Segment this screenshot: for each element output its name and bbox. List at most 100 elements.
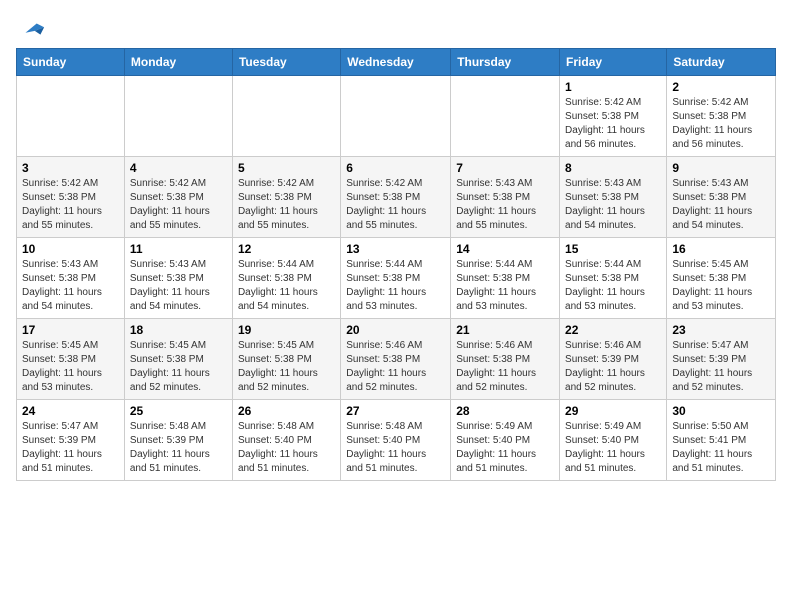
day-number: 9 <box>672 161 770 175</box>
day-info: Sunrise: 5:44 AMSunset: 5:38 PMDaylight:… <box>238 258 335 314</box>
day-number: 14 <box>456 242 554 256</box>
weekday-header-sunday: Sunday <box>17 49 125 76</box>
day-number: 5 <box>238 161 335 175</box>
calendar-cell: 13Sunrise: 5:44 AMSunset: 5:38 PMDayligh… <box>341 238 451 319</box>
day-info: Sunrise: 5:42 AMSunset: 5:38 PMDaylight:… <box>130 177 227 233</box>
calendar-cell: 8 Sunrise: 5:43 AMSunset: 5:38 PMDaylight… <box>560 157 667 238</box>
day-info: Sunrise: 5:47 AMSunset: 5:39 PMDaylight:… <box>22 420 119 476</box>
calendar-cell: 12 Sunrise: 5:44 AMSunset: 5:38 PMDayligh… <box>232 238 340 319</box>
day-number: 21 <box>456 323 554 337</box>
calendar-cell: 14 Sunrise: 5:44 AMSunset: 5:38 PMDayligh… <box>451 238 560 319</box>
day-info: Sunrise: 5:45 AMSunset: 5:38 PMDaylight:… <box>238 339 335 395</box>
day-number: 18 <box>130 323 227 337</box>
day-info: Sunrise: 5:42 AMSunset: 5:38 PMDaylight:… <box>346 177 445 233</box>
day-info: Sunrise: 5:45 AMSunset: 5:38 PMDaylight:… <box>130 339 227 395</box>
day-info: Sunrise: 5:42 AMSunset: 5:38 PMDaylight:… <box>238 177 335 233</box>
page-header <box>16 16 776 40</box>
calendar-cell: 27Sunrise: 5:48 AMSunset: 5:40 PMDayligh… <box>341 400 451 481</box>
calendar-cell: 17Sunrise: 5:45 AMSunset: 5:38 PMDayligh… <box>17 319 125 400</box>
day-info: Sunrise: 5:42 AMSunset: 5:38 PMDaylight:… <box>565 96 661 152</box>
weekday-header-thursday: Thursday <box>451 49 560 76</box>
day-number: 11 <box>130 242 227 256</box>
day-info: Sunrise: 5:45 AMSunset: 5:38 PMDaylight:… <box>672 258 770 314</box>
calendar-cell: 26 Sunrise: 5:48 AMSunset: 5:40 PMDayligh… <box>232 400 340 481</box>
day-info: Sunrise: 5:46 AMSunset: 5:38 PMDaylight:… <box>346 339 445 395</box>
weekday-header-tuesday: Tuesday <box>232 49 340 76</box>
calendar-cell: 5 Sunrise: 5:42 AMSunset: 5:38 PMDaylight… <box>232 157 340 238</box>
day-info: Sunrise: 5:44 AMSunset: 5:38 PMDaylight:… <box>456 258 554 314</box>
calendar-table: SundayMondayTuesdayWednesdayThursdayFrid… <box>16 48 776 481</box>
weekday-header-monday: Monday <box>124 49 232 76</box>
day-number: 12 <box>238 242 335 256</box>
day-info: Sunrise: 5:47 AMSunset: 5:39 PMDaylight:… <box>672 339 770 395</box>
day-info: Sunrise: 5:46 AMSunset: 5:38 PMDaylight:… <box>456 339 554 395</box>
day-info: Sunrise: 5:43 AMSunset: 5:38 PMDaylight:… <box>130 258 227 314</box>
day-number: 30 <box>672 404 770 418</box>
calendar-cell: 1 Sunrise: 5:42 AMSunset: 5:38 PMDaylight… <box>560 76 667 157</box>
calendar-cell: 18 Sunrise: 5:45 AMSunset: 5:38 PMDayligh… <box>124 319 232 400</box>
calendar-header-row: SundayMondayTuesdayWednesdayThursdayFrid… <box>17 49 776 76</box>
day-info: Sunrise: 5:42 AMSunset: 5:38 PMDaylight:… <box>22 177 119 233</box>
day-info: Sunrise: 5:43 AMSunset: 5:38 PMDaylight:… <box>565 177 661 233</box>
day-number: 8 <box>565 161 661 175</box>
day-info: Sunrise: 5:43 AMSunset: 5:38 PMDaylight:… <box>672 177 770 233</box>
calendar-cell: 20 Sunrise: 5:46 AMSunset: 5:38 PMDayligh… <box>341 319 451 400</box>
calendar-cell: 10Sunrise: 5:43 AMSunset: 5:38 PMDayligh… <box>17 238 125 319</box>
weekday-header-saturday: Saturday <box>667 49 776 76</box>
day-number: 16 <box>672 242 770 256</box>
calendar-cell: 28 Sunrise: 5:49 AMSunset: 5:40 PMDayligh… <box>451 400 560 481</box>
calendar-cell: 21 Sunrise: 5:46 AMSunset: 5:38 PMDayligh… <box>451 319 560 400</box>
calendar-cell <box>124 76 232 157</box>
logo-bird-icon <box>18 16 46 44</box>
calendar-cell: 3 Sunrise: 5:42 AMSunset: 5:38 PMDaylight… <box>17 157 125 238</box>
calendar-cell: 2 Sunrise: 5:42 AMSunset: 5:38 PMDaylight… <box>667 76 776 157</box>
day-number: 2 <box>672 80 770 94</box>
calendar-cell <box>341 76 451 157</box>
day-info: Sunrise: 5:42 AMSunset: 5:38 PMDaylight:… <box>672 96 770 152</box>
calendar-cell: 7Sunrise: 5:43 AMSunset: 5:38 PMDaylight… <box>451 157 560 238</box>
day-number: 10 <box>22 242 119 256</box>
calendar-cell <box>451 76 560 157</box>
day-number: 3 <box>22 161 119 175</box>
calendar-cell: 15 Sunrise: 5:44 AMSunset: 5:38 PMDayligh… <box>560 238 667 319</box>
day-number: 4 <box>130 161 227 175</box>
calendar-cell: 25Sunrise: 5:48 AMSunset: 5:39 PMDayligh… <box>124 400 232 481</box>
calendar-cell: 4 Sunrise: 5:42 AMSunset: 5:38 PMDaylight… <box>124 157 232 238</box>
day-number: 28 <box>456 404 554 418</box>
logo <box>16 16 46 40</box>
day-number: 7 <box>456 161 554 175</box>
day-info: Sunrise: 5:48 AMSunset: 5:40 PMDaylight:… <box>346 420 445 476</box>
calendar-cell: 30Sunrise: 5:50 AMSunset: 5:41 PMDayligh… <box>667 400 776 481</box>
calendar-cell: 11 Sunrise: 5:43 AMSunset: 5:38 PMDayligh… <box>124 238 232 319</box>
day-number: 1 <box>565 80 661 94</box>
day-number: 19 <box>238 323 335 337</box>
calendar-cell <box>17 76 125 157</box>
weekday-header-friday: Friday <box>560 49 667 76</box>
weekday-header-wednesday: Wednesday <box>341 49 451 76</box>
calendar-week-2: 3 Sunrise: 5:42 AMSunset: 5:38 PMDaylight… <box>17 157 776 238</box>
calendar-cell: 9 Sunrise: 5:43 AMSunset: 5:38 PMDaylight… <box>667 157 776 238</box>
day-info: Sunrise: 5:46 AMSunset: 5:39 PMDaylight:… <box>565 339 661 395</box>
calendar-cell: 16 Sunrise: 5:45 AMSunset: 5:38 PMDayligh… <box>667 238 776 319</box>
day-info: Sunrise: 5:45 AMSunset: 5:38 PMDaylight:… <box>22 339 119 395</box>
calendar-cell: 19 Sunrise: 5:45 AMSunset: 5:38 PMDayligh… <box>232 319 340 400</box>
day-number: 13 <box>346 242 445 256</box>
day-info: Sunrise: 5:44 AMSunset: 5:38 PMDaylight:… <box>565 258 661 314</box>
day-number: 15 <box>565 242 661 256</box>
day-number: 6 <box>346 161 445 175</box>
calendar-cell: 24Sunrise: 5:47 AMSunset: 5:39 PMDayligh… <box>17 400 125 481</box>
calendar-cell: 22 Sunrise: 5:46 AMSunset: 5:39 PMDayligh… <box>560 319 667 400</box>
day-info: Sunrise: 5:49 AMSunset: 5:40 PMDaylight:… <box>565 420 661 476</box>
day-number: 20 <box>346 323 445 337</box>
calendar-week-5: 24Sunrise: 5:47 AMSunset: 5:39 PMDayligh… <box>17 400 776 481</box>
day-number: 26 <box>238 404 335 418</box>
calendar-cell <box>232 76 340 157</box>
calendar-week-1: 1 Sunrise: 5:42 AMSunset: 5:38 PMDaylight… <box>17 76 776 157</box>
calendar-week-4: 17Sunrise: 5:45 AMSunset: 5:38 PMDayligh… <box>17 319 776 400</box>
day-number: 22 <box>565 323 661 337</box>
day-number: 23 <box>672 323 770 337</box>
day-info: Sunrise: 5:49 AMSunset: 5:40 PMDaylight:… <box>456 420 554 476</box>
day-info: Sunrise: 5:48 AMSunset: 5:40 PMDaylight:… <box>238 420 335 476</box>
calendar-cell: 23 Sunrise: 5:47 AMSunset: 5:39 PMDayligh… <box>667 319 776 400</box>
calendar-cell: 6 Sunrise: 5:42 AMSunset: 5:38 PMDaylight… <box>341 157 451 238</box>
